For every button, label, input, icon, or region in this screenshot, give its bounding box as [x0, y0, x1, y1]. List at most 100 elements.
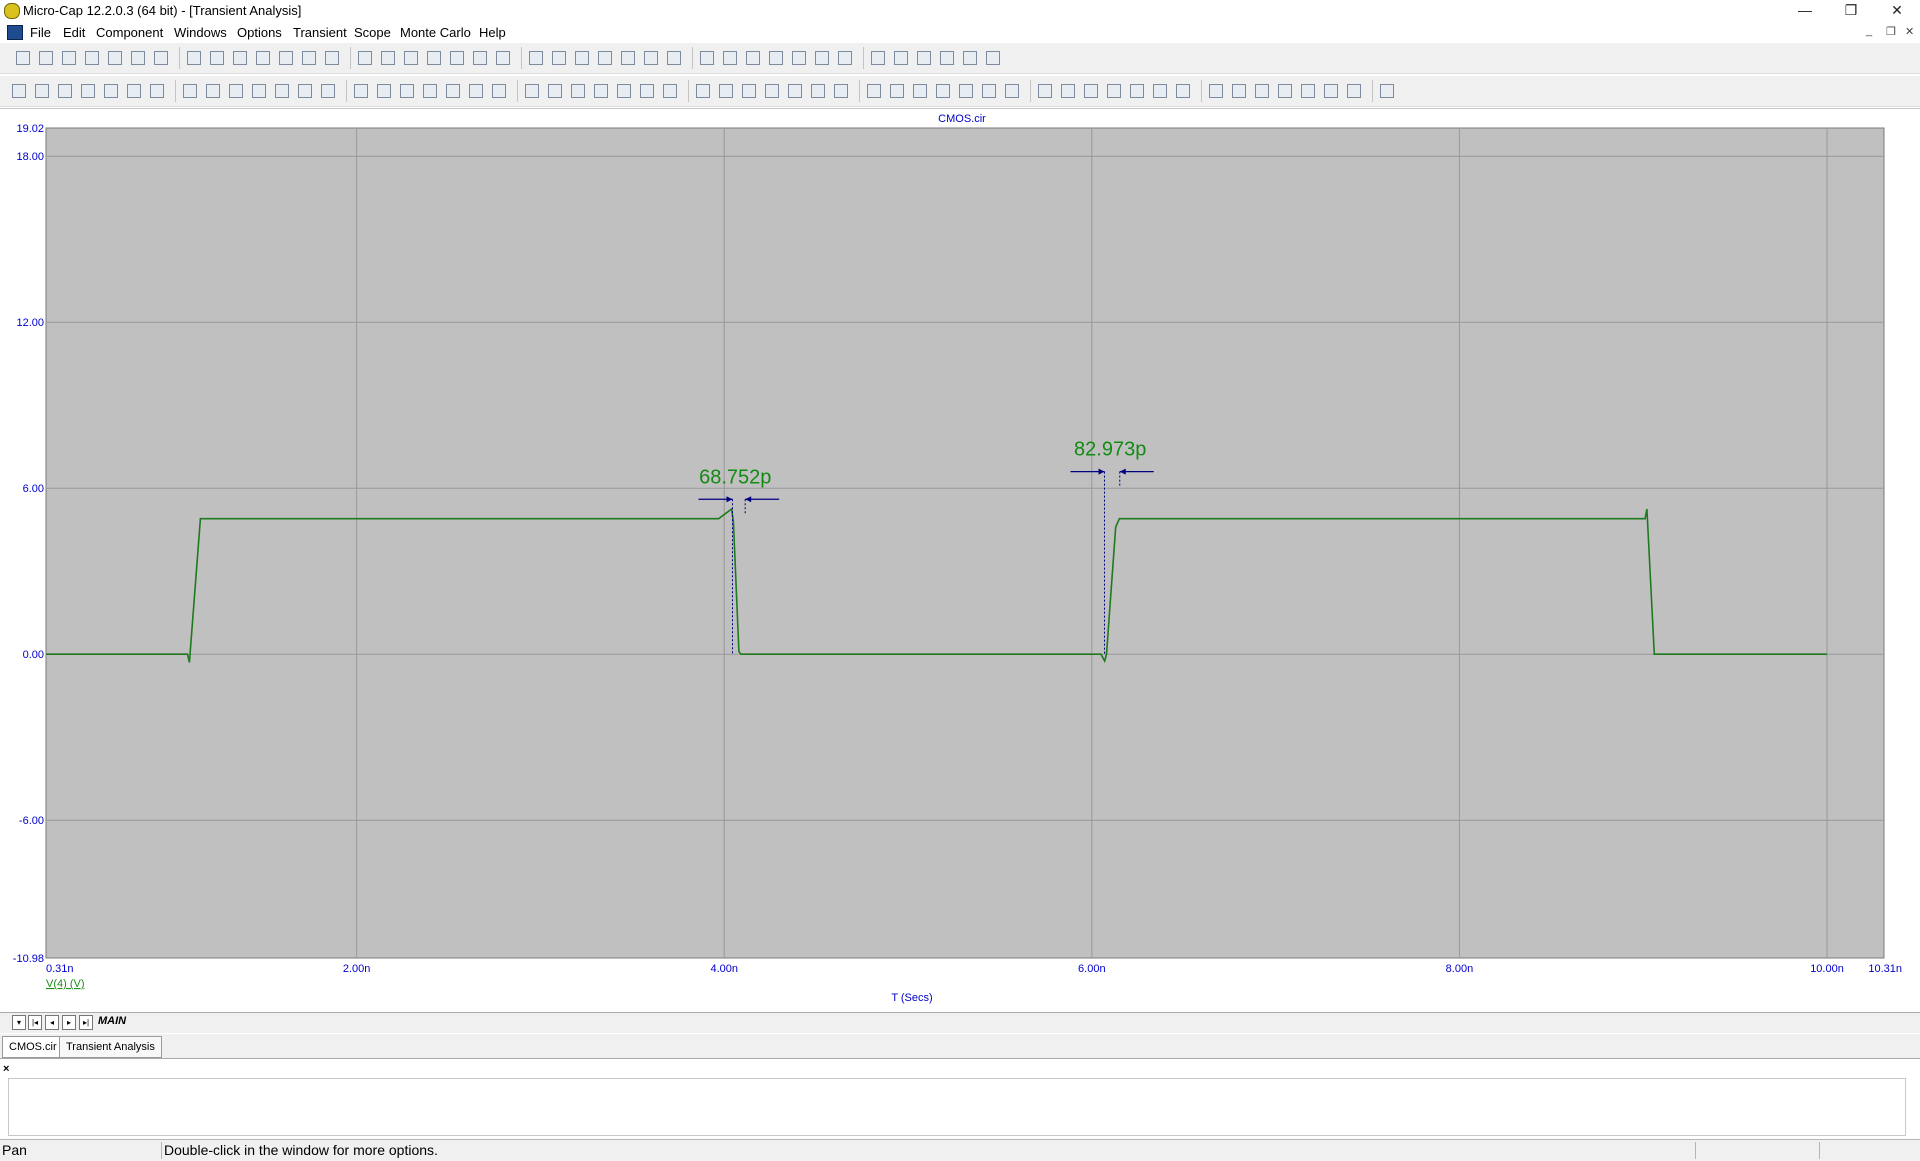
tokens-icon[interactable] — [183, 84, 197, 98]
pointer-icon[interactable] — [12, 84, 26, 98]
capacitor-icon[interactable] — [381, 51, 395, 65]
print-preview-icon[interactable] — [108, 51, 122, 65]
source-icon[interactable] — [529, 51, 543, 65]
calculator-icon[interactable] — [746, 51, 760, 65]
pan-icon[interactable] — [35, 84, 49, 98]
properties-icon[interactable] — [663, 84, 677, 98]
battery-icon[interactable] — [450, 51, 464, 65]
resistor-icon[interactable] — [358, 51, 372, 65]
text-tool-icon[interactable] — [206, 84, 220, 98]
mdi-minimize-button[interactable]: _ — [1866, 25, 1872, 37]
last-tab-button[interactable]: ▸| — [79, 1015, 93, 1030]
zoom-reset-icon[interactable] — [640, 84, 654, 98]
menu-monte-carlo[interactable]: Monte Carlo — [400, 25, 471, 40]
minimize-button[interactable]: — — [1782, 0, 1828, 22]
align-left-icon[interactable] — [1255, 84, 1269, 98]
tile-horizontal-icon[interactable] — [667, 51, 681, 65]
globe-icon[interactable] — [815, 51, 829, 65]
run-icon[interactable] — [252, 84, 266, 98]
horizontal-tag-icon[interactable] — [525, 84, 539, 98]
print-icon[interactable] — [131, 51, 145, 65]
output-text-area[interactable] — [8, 1078, 1906, 1136]
tab-transient-analysis[interactable]: Transient Analysis — [59, 1036, 162, 1058]
copy-icon[interactable] — [233, 51, 247, 65]
diode-icon[interactable] — [427, 51, 441, 65]
zoom-box-icon[interactable] — [58, 84, 72, 98]
valley-icon[interactable] — [719, 84, 733, 98]
switch-icon[interactable] — [552, 51, 566, 65]
data-points-icon[interactable] — [150, 84, 164, 98]
properties-icon[interactable] — [871, 51, 885, 65]
tag-icon[interactable] — [936, 84, 950, 98]
undo-icon[interactable] — [154, 51, 168, 65]
page-icon[interactable] — [769, 51, 783, 65]
menu-transient[interactable]: Transient — [293, 25, 347, 40]
tile-vertical-icon[interactable] — [644, 51, 658, 65]
mdi-close-button[interactable]: ✕ — [1905, 25, 1914, 38]
document-menu-icon[interactable] — [7, 25, 23, 40]
report-icon[interactable] — [1005, 84, 1019, 98]
high-icon[interactable] — [742, 84, 756, 98]
font-icon[interactable] — [1153, 84, 1167, 98]
plot-area[interactable] — [45, 127, 1885, 959]
menu-options[interactable]: Options — [237, 25, 282, 40]
tab-cmos-cir[interactable]: CMOS.cir — [2, 1036, 64, 1058]
zoom-fit-icon[interactable] — [617, 84, 631, 98]
delete-icon[interactable] — [279, 51, 293, 65]
magnify-icon[interactable] — [1084, 84, 1098, 98]
redo-icon[interactable] — [187, 51, 201, 65]
cut-icon[interactable] — [210, 51, 224, 65]
cursor-mode-icon[interactable] — [321, 84, 335, 98]
graphics-icon[interactable] — [229, 84, 243, 98]
close-button[interactable]: ✕ — [1874, 0, 1920, 22]
next-tab-button[interactable]: ▸ — [62, 1015, 76, 1030]
menu-edit[interactable]: Edit — [63, 25, 85, 40]
vertical-tag-icon[interactable] — [548, 84, 562, 98]
cascade-icon[interactable] — [621, 51, 635, 65]
layer-2-icon[interactable] — [1232, 84, 1246, 98]
measurement-label[interactable]: 68.752p — [699, 466, 771, 488]
help-icon[interactable] — [917, 51, 931, 65]
plot-icon[interactable] — [423, 84, 437, 98]
plot-2-icon[interactable] — [446, 84, 460, 98]
global-high-icon[interactable] — [834, 84, 848, 98]
window-icon[interactable] — [700, 51, 714, 65]
menu-windows[interactable]: Windows — [174, 25, 227, 40]
plot-3-icon[interactable] — [469, 84, 483, 98]
first-tab-button[interactable]: |◂ — [28, 1015, 42, 1030]
menu-file[interactable]: File — [30, 25, 51, 40]
slope-icon[interactable] — [811, 84, 825, 98]
junction-icon[interactable] — [575, 51, 589, 65]
shrink-icon[interactable] — [1107, 84, 1121, 98]
zoom-in-icon[interactable] — [571, 84, 585, 98]
window-layout-icon[interactable] — [723, 51, 737, 65]
scale-icon[interactable] — [81, 84, 95, 98]
layer-icon[interactable] — [1209, 84, 1223, 98]
fit-icon[interactable] — [127, 84, 141, 98]
save-all-icon[interactable] — [85, 51, 99, 65]
global-low-icon[interactable] — [867, 84, 881, 98]
clipboard-icon[interactable] — [959, 84, 973, 98]
inflection-icon[interactable] — [788, 84, 802, 98]
stop-icon[interactable] — [275, 84, 289, 98]
align-bottom-icon[interactable] — [1380, 84, 1394, 98]
dimension-icon[interactable] — [1038, 84, 1052, 98]
plot-4-icon[interactable] — [492, 84, 506, 98]
top-icon[interactable] — [890, 84, 904, 98]
ground-icon[interactable] — [325, 51, 339, 65]
tab-menu-button[interactable]: ▾ — [12, 1015, 26, 1030]
menu-scope[interactable]: Scope — [354, 25, 391, 40]
color-icon[interactable] — [1130, 84, 1144, 98]
select-all-icon[interactable] — [302, 51, 316, 65]
analysis-icon[interactable] — [963, 51, 977, 65]
grid-icon[interactable] — [400, 84, 414, 98]
mdi-restore-button[interactable]: ❐ — [1886, 25, 1896, 38]
menu-help[interactable]: Help — [479, 25, 506, 40]
align-right-icon[interactable] — [1301, 84, 1315, 98]
inductor-icon[interactable] — [404, 51, 418, 65]
ruler-icon[interactable] — [982, 84, 996, 98]
low-icon[interactable] — [765, 84, 779, 98]
bottom-icon[interactable] — [913, 84, 927, 98]
info-icon[interactable] — [894, 51, 908, 65]
paste-icon[interactable] — [256, 51, 270, 65]
